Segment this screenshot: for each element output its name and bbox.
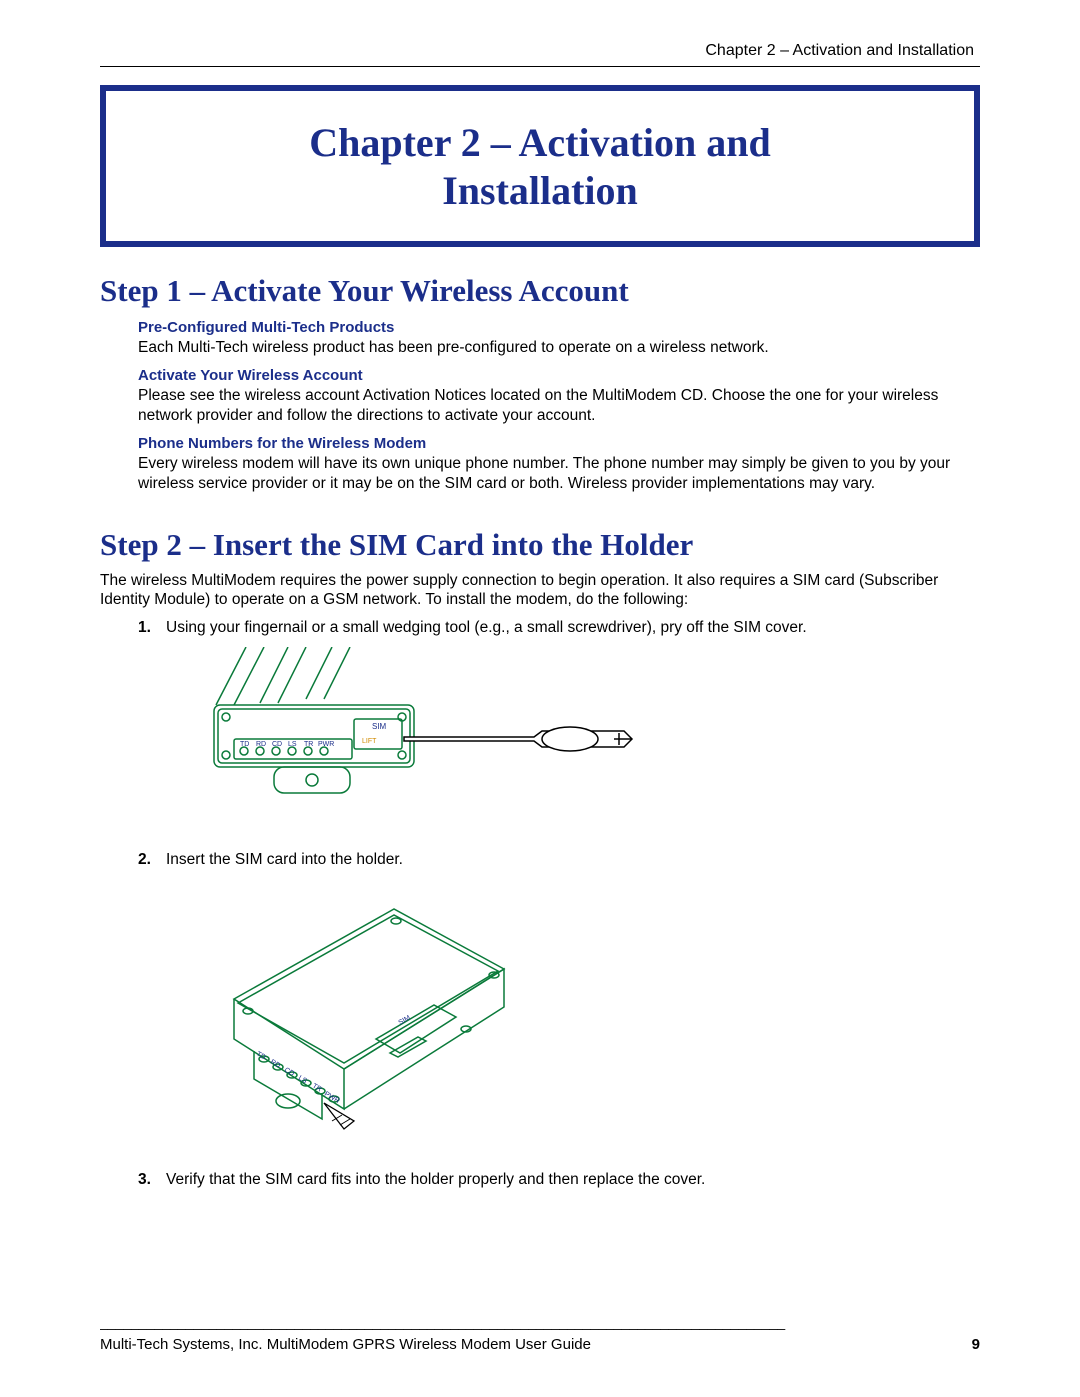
footer-text: Multi-Tech Systems, Inc. MultiModem GPRS… xyxy=(100,1336,591,1353)
page-number: 9 xyxy=(972,1336,980,1353)
list-number: 1. xyxy=(138,618,166,637)
modem-insert-illustration: TD RD CD LS TR PWR SIM xyxy=(204,879,524,1139)
list-number: 2. xyxy=(138,850,166,869)
figure-insert-sim: TD RD CD LS TR PWR SIM xyxy=(204,879,980,1144)
svg-text:TD: TD xyxy=(255,1051,267,1062)
svg-text:LIFT: LIFT xyxy=(362,738,377,745)
svg-text:SIM: SIM xyxy=(372,722,387,731)
step2-heading: Step 2 – Insert the SIM Card into the Ho… xyxy=(100,527,980,563)
step1-heading: Step 1 – Activate Your Wireless Account xyxy=(100,273,980,309)
svg-text:TD: TD xyxy=(240,741,249,748)
svg-text:SIM: SIM xyxy=(398,1015,412,1027)
page-header: Chapter 2 – Activation and Installation xyxy=(100,42,980,67)
svg-text:TR: TR xyxy=(304,741,313,748)
svg-text:PWR: PWR xyxy=(323,1091,341,1105)
svg-text:TR: TR xyxy=(311,1083,323,1094)
subhead-phone: Phone Numbers for the Wireless Modem xyxy=(138,435,980,452)
step2-list: 1. Using your fingernail or a small wedg… xyxy=(138,618,980,1190)
list-number: 3. xyxy=(138,1170,166,1189)
figure-pry-sim-cover: TD RD CD LS TR PWR SIM LIFT xyxy=(204,647,980,842)
svg-text:LS: LS xyxy=(297,1075,308,1086)
page-footer: ________________________________________… xyxy=(100,1314,980,1353)
chapter-title-box: Chapter 2 – Activation and Installation xyxy=(100,85,980,247)
footer-rule: ________________________________________… xyxy=(100,1314,980,1330)
body-preconfigured: Each Multi-Tech wireless product has bee… xyxy=(138,338,976,357)
list-text: Insert the SIM card into the holder. xyxy=(166,850,403,869)
svg-text:RD: RD xyxy=(256,741,266,748)
body-activate: Please see the wireless account Activati… xyxy=(138,386,976,425)
list-text: Using your fingernail or a small wedging… xyxy=(166,618,807,637)
svg-text:CD: CD xyxy=(272,741,282,748)
svg-text:LS: LS xyxy=(288,741,297,748)
step2-intro: The wireless MultiModem requires the pow… xyxy=(100,571,980,610)
subhead-preconfigured: Pre-Configured Multi-Tech Products xyxy=(138,319,980,336)
list-item: 2. Insert the SIM card into the holder. xyxy=(138,850,980,869)
modem-pry-illustration: TD RD CD LS TR PWR SIM LIFT xyxy=(204,647,634,837)
svg-text:PWR: PWR xyxy=(318,741,334,748)
subhead-activate: Activate Your Wireless Account xyxy=(138,367,980,384)
list-item: 1. Using your fingernail or a small wedg… xyxy=(138,618,980,637)
chapter-title-line2: Installation xyxy=(116,167,964,215)
body-phone: Every wireless modem will have its own u… xyxy=(138,454,976,493)
chapter-title-line1: Chapter 2 – Activation and xyxy=(116,119,964,167)
list-text: Verify that the SIM card fits into the h… xyxy=(166,1170,705,1189)
list-item: 3. Verify that the SIM card fits into th… xyxy=(138,1170,980,1189)
